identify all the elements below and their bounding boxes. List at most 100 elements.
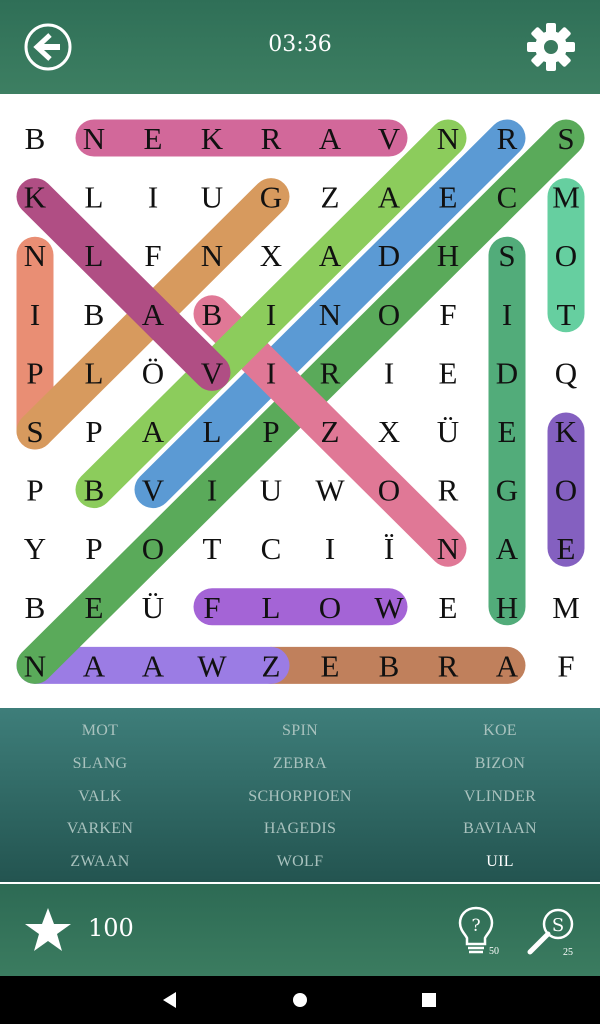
grid-cell[interactable]: X (378, 414, 400, 449)
grid-cell[interactable]: T (203, 531, 222, 566)
grid-cell[interactable]: K (555, 414, 578, 449)
grid-cell[interactable]: R (438, 473, 459, 508)
grid-cell[interactable]: N (319, 297, 341, 332)
grid-cell[interactable]: P (85, 531, 102, 566)
grid-cell[interactable]: A (142, 414, 165, 449)
grid-cell[interactable]: S (557, 121, 574, 156)
grid-cell[interactable]: K (201, 121, 224, 156)
grid-cell[interactable]: B (84, 297, 105, 332)
grid-cell[interactable]: A (83, 648, 106, 683)
grid-cell[interactable]: E (144, 121, 163, 156)
grid-cell[interactable]: F (144, 238, 161, 273)
grid-cell[interactable]: O (378, 297, 400, 332)
grid-cell[interactable]: O (142, 531, 164, 566)
grid-cell[interactable]: O (555, 238, 577, 273)
grid-cell[interactable]: Z (262, 648, 281, 683)
grid-cell[interactable]: I (207, 473, 217, 508)
word-search-board[interactable]: BNEKRAVNRSKLIUGZAECMNLFNXADHSOIBABINOFIT… (0, 98, 600, 704)
grid-cell[interactable]: A (319, 238, 342, 273)
grid-cell[interactable]: M (552, 590, 580, 625)
grid-cell[interactable]: P (262, 414, 279, 449)
grid-cell[interactable]: F (439, 297, 456, 332)
grid-cell[interactable]: P (26, 473, 43, 508)
grid-cell[interactable]: E (321, 648, 340, 683)
grid-cell[interactable]: H (496, 590, 518, 625)
grid-cell[interactable]: T (557, 297, 576, 332)
grid-cell[interactable]: Ö (142, 355, 164, 390)
grid-cell[interactable]: C (497, 180, 518, 215)
grid-cell[interactable]: V (378, 121, 401, 156)
grid-cell[interactable]: L (262, 590, 281, 625)
grid-cell[interactable]: V (201, 355, 224, 390)
grid-cell[interactable]: W (197, 648, 227, 683)
grid-cell[interactable]: F (203, 590, 220, 625)
recents-square-icon[interactable] (419, 990, 439, 1010)
grid-cell[interactable]: I (266, 355, 276, 390)
grid-cell[interactable]: R (438, 648, 459, 683)
grid-cell[interactable]: N (24, 648, 46, 683)
grid-cell[interactable]: O (555, 473, 577, 508)
grid-cell[interactable]: P (26, 355, 43, 390)
grid-cell[interactable]: I (266, 297, 276, 332)
home-circle-icon[interactable] (290, 990, 310, 1010)
grid-cell[interactable]: W (315, 473, 345, 508)
grid-cell[interactable]: D (496, 355, 518, 390)
grid-cell[interactable]: B (25, 590, 46, 625)
grid-cell[interactable]: N (24, 238, 46, 273)
grid-cell[interactable]: L (203, 414, 222, 449)
grid-cell[interactable]: M (552, 180, 580, 215)
grid-cell[interactable]: B (25, 121, 46, 156)
grid-cell[interactable]: B (84, 473, 105, 508)
grid-cell[interactable]: N (201, 238, 223, 273)
grid-cell[interactable]: K (24, 180, 47, 215)
grid-cell[interactable]: A (378, 180, 401, 215)
grid-cell[interactable]: I (30, 297, 40, 332)
grid-cell[interactable]: A (496, 648, 519, 683)
grid-cell[interactable]: Z (321, 180, 340, 215)
hint-button[interactable]: ? 50 (456, 904, 504, 960)
grid-cell[interactable]: G (496, 473, 518, 508)
grid-cell[interactable]: U (201, 180, 223, 215)
letter-grid[interactable]: B N E K R A V N R SK L I U G Z A E C MN L F N X A D H S OI B A B I N O F I T… (0, 98, 600, 704)
grid-cell[interactable]: R (497, 121, 518, 156)
settings-button[interactable] (526, 22, 576, 72)
grid-cell[interactable]: I (502, 297, 512, 332)
grid-cell[interactable]: F (557, 648, 574, 683)
grid-cell[interactable]: B (379, 648, 400, 683)
grid-cell[interactable]: S (26, 414, 43, 449)
grid-cell[interactable]: A (319, 121, 342, 156)
grid-cell[interactable]: D (378, 238, 400, 273)
grid-cell[interactable]: I (384, 355, 394, 390)
grid-cell[interactable]: Z (321, 414, 340, 449)
grid-cell[interactable]: P (85, 414, 102, 449)
grid-cell[interactable]: E (439, 590, 458, 625)
grid-cell[interactable]: Ü (142, 590, 164, 625)
grid-cell[interactable]: Q (555, 355, 577, 390)
grid-cell[interactable]: V (142, 473, 165, 508)
grid-cell[interactable]: A (142, 648, 165, 683)
grid-cell[interactable]: S (498, 238, 515, 273)
grid-cell[interactable]: G (260, 180, 282, 215)
grid-cell[interactable]: U (260, 473, 282, 508)
grid-cell[interactable]: E (85, 590, 104, 625)
grid-cell[interactable]: W (374, 590, 404, 625)
grid-cell[interactable]: E (439, 355, 458, 390)
grid-cell[interactable]: C (261, 531, 282, 566)
grid-cell[interactable]: O (378, 473, 400, 508)
grid-cell[interactable]: L (85, 180, 104, 215)
back-triangle-icon[interactable] (160, 990, 180, 1010)
grid-cell[interactable]: A (496, 531, 519, 566)
grid-cell[interactable]: I (325, 531, 335, 566)
grid-cell[interactable]: N (437, 531, 459, 566)
grid-cell[interactable]: L (85, 238, 104, 273)
grid-cell[interactable]: N (437, 121, 459, 156)
grid-cell[interactable]: R (261, 121, 282, 156)
grid-cell[interactable]: E (498, 414, 517, 449)
grid-cell[interactable]: X (260, 238, 282, 273)
search-button[interactable]: S 25 (524, 904, 580, 960)
grid-cell[interactable]: E (439, 180, 458, 215)
grid-cell[interactable]: L (85, 355, 104, 390)
grid-cell[interactable]: A (142, 297, 165, 332)
grid-cell[interactable]: O (319, 590, 341, 625)
grid-cell[interactable]: E (557, 531, 576, 566)
